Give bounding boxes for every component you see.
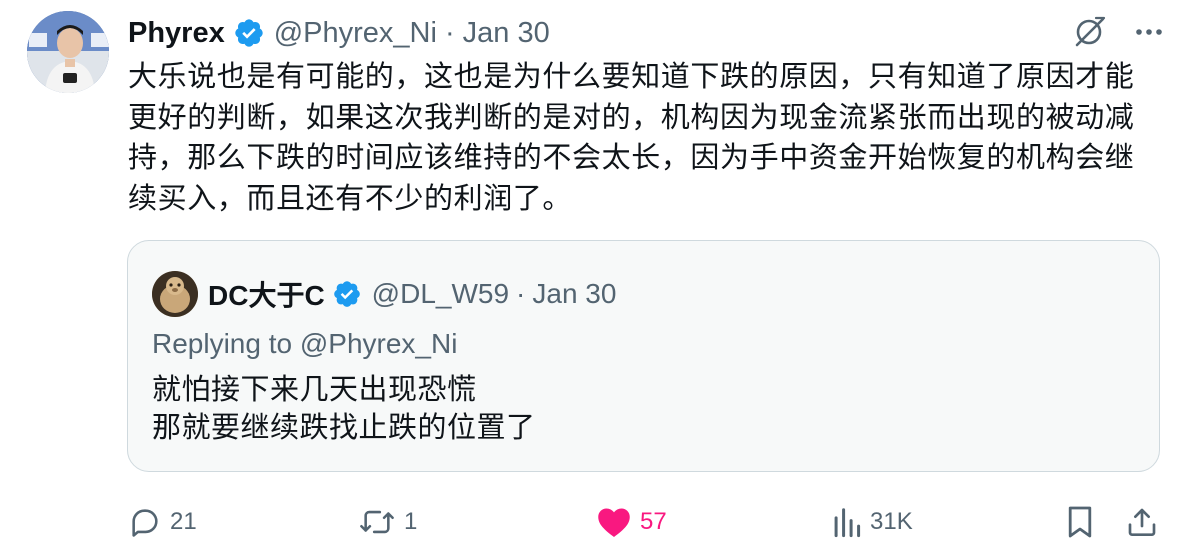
author-display-name[interactable]: Phyrex [128,17,225,50]
quoted-author-avatar[interactable] [152,271,198,317]
repost-icon [360,510,394,534]
grok-slash-icon[interactable] [1072,14,1108,50]
quoted-avatar-image [152,271,198,317]
separator-dot: · [516,278,526,309]
top-actions [1072,14,1164,50]
tweet-text-line: 续买入，而且还有不少的利润了。 [128,182,573,215]
views-count: 31K [870,508,913,535]
tweet-text-line: 更好的判断，如果这次我判断的是对的，机构因为现金流紧张而出现的被动减 [128,101,1135,134]
quoted-author-handle[interactable]: @DL_W59 [372,278,509,310]
bookmark-button[interactable] [1066,502,1094,542]
views-button[interactable]: 31K [832,502,913,542]
quoted-tweet-date[interactable]: Jan 30 [532,278,616,310]
bookmark-icon [1068,506,1092,538]
tweet: Phyrex @Phyrex_Ni · Jan 30 大乐说也是有可能的，这也是… [0,0,1194,560]
quoted-text-line: 就怕接下来几天出现恐慌 [152,374,477,406]
author-avatar-image [27,11,109,93]
tweet-header: Phyrex @Phyrex_Ni · Jan 30 [128,14,550,52]
tweet-text: 大乐说也是有可能的，这也是为什么要知道下跌的原因，只有知道了原因才能 更好的判断… [128,57,1168,219]
tweet-date[interactable]: Jan 30 [463,17,550,50]
reply-icon [132,509,158,537]
more-icon[interactable] [1134,17,1164,47]
quoted-tweet-header: DC大于C @DL_W59 · Jan 30 [152,271,616,317]
views-icon [834,508,861,538]
tweet-text-line: 持，那么下跌的时间应该维持的不会太长，因为手中资金开始恢复的机构会继 [128,142,1135,174]
author-handle[interactable]: @Phyrex_Ni [274,17,437,50]
like-button[interactable]: 57 [596,502,667,542]
action-bar: 21 1 57 31K [0,502,1194,542]
quoted-replying-to[interactable]: Replying to @Phyrex_Ni [152,328,457,360]
quoted-text-line: 那就要继续跌找止跌的位置了 [152,412,536,444]
like-icon [598,508,630,537]
quoted-author-display-name[interactable]: DC大于C [208,274,325,314]
repost-button[interactable]: 1 [358,502,417,542]
verified-badge-icon [235,19,263,47]
quoted-tweet[interactable]: DC大于C @DL_W59 · Jan 30 Replying to @Phyr… [127,240,1160,472]
share-icon [1128,508,1156,536]
like-count: 57 [640,508,667,535]
reply-button[interactable]: 21 [128,502,197,542]
author-avatar[interactable] [27,11,109,93]
verified-badge-icon [333,281,360,307]
repost-count: 1 [404,508,418,535]
tweet-text-line: 大乐说也是有可能的，这也是为什么要知道下跌的原因，只有知道了原因才能 [128,61,1135,93]
reply-count: 21 [170,508,197,535]
quoted-tweet-text: 就怕接下来几天出现恐慌 那就要继续跌找止跌的位置了 [152,371,536,447]
separator-dot: · [444,16,455,49]
share-button[interactable] [1126,502,1158,542]
